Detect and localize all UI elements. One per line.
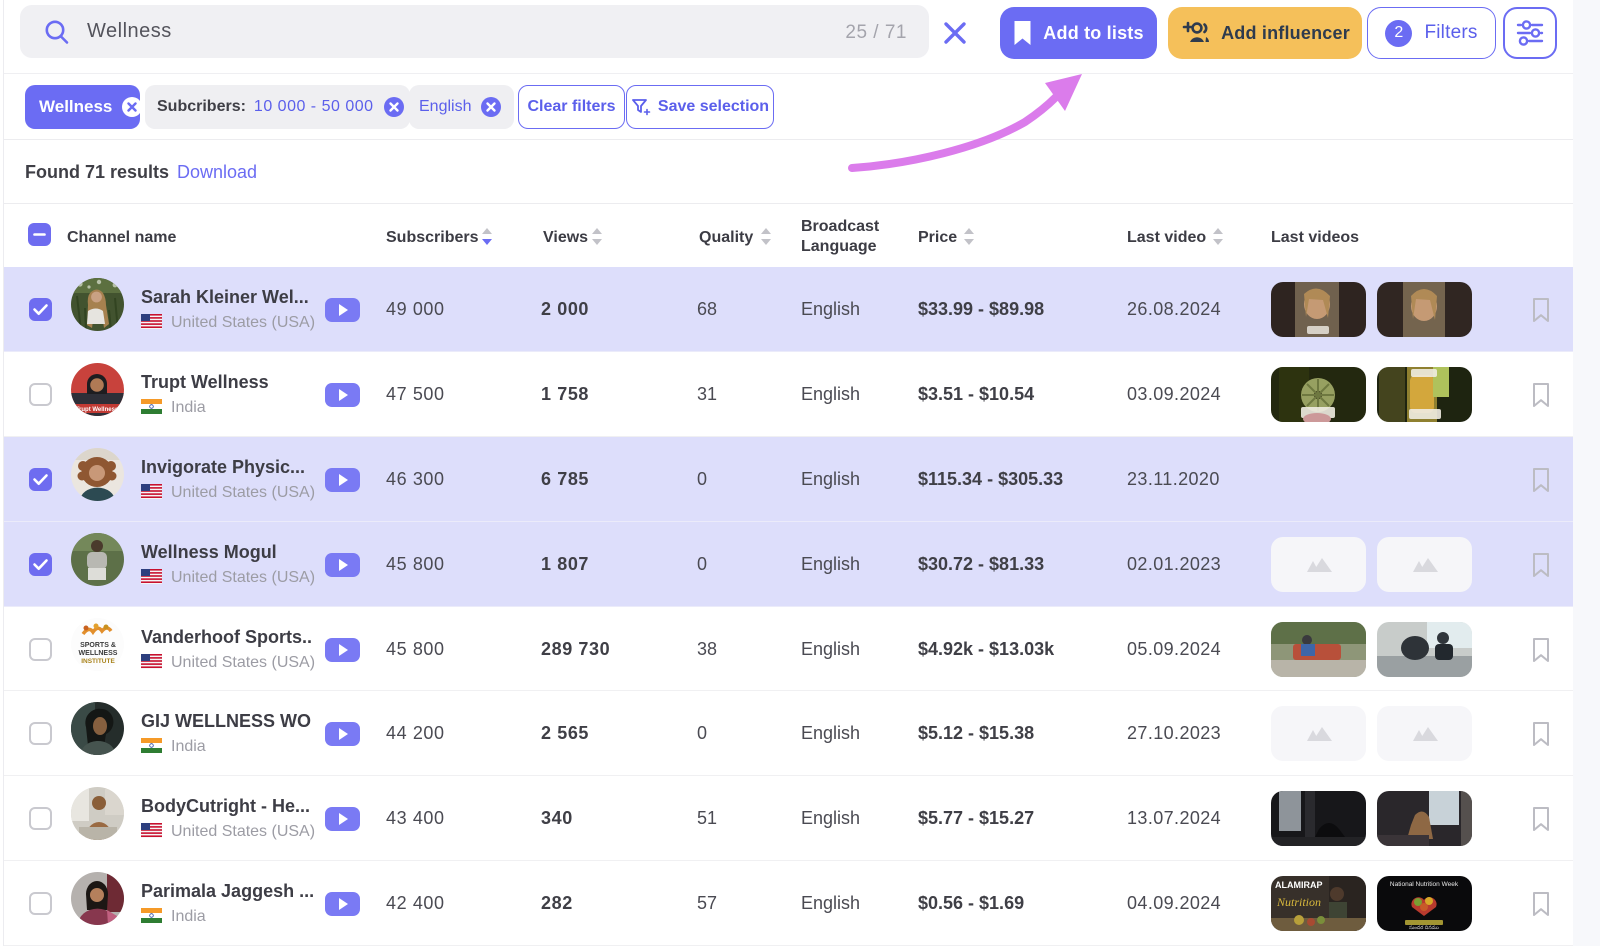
svg-text:INSTITUTE: INSTITUTE bbox=[81, 658, 115, 665]
svg-text:WELLNESS: WELLNESS bbox=[79, 650, 118, 657]
svg-text:సుందర దినము: సుందర దినము bbox=[1409, 925, 1439, 931]
svg-text:National Nutrition Week: National Nutrition Week bbox=[1390, 881, 1459, 888]
svg-text:Trupt Wellness: Trupt Wellness bbox=[76, 407, 119, 413]
svg-text:Nutrition: Nutrition bbox=[1276, 895, 1321, 909]
svg-text:ALAMIRAP: ALAMIRAP bbox=[1275, 880, 1323, 890]
svg-text:SPORTS &: SPORTS & bbox=[80, 642, 116, 649]
